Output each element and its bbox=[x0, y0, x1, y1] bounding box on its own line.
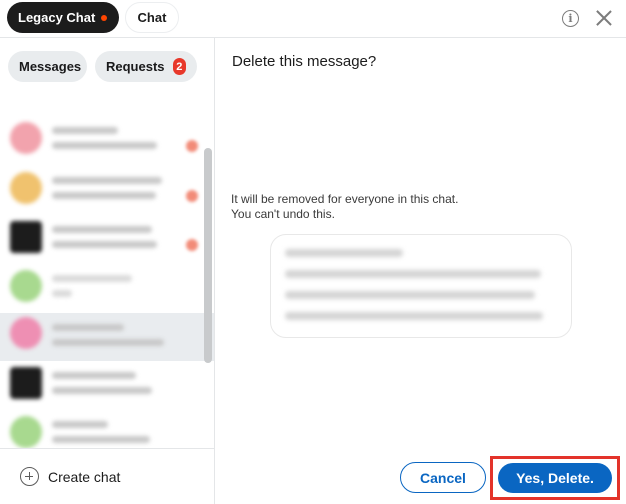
plus-circle-icon bbox=[20, 467, 39, 486]
avatar bbox=[10, 172, 42, 204]
list-item[interactable] bbox=[0, 168, 214, 216]
sidebar-scrollbar[interactable] bbox=[204, 148, 212, 363]
list-item[interactable] bbox=[0, 412, 214, 448]
unread-indicator bbox=[186, 239, 198, 251]
close-icon[interactable] bbox=[594, 8, 614, 28]
highlight-box: Yes, Delete. bbox=[490, 456, 620, 500]
list-item[interactable] bbox=[0, 217, 214, 265]
requests-badge: 2 bbox=[172, 58, 186, 75]
create-chat-button[interactable]: Create chat bbox=[0, 448, 214, 504]
list-item[interactable] bbox=[0, 266, 214, 314]
list-item[interactable] bbox=[0, 118, 214, 166]
delete-message-dialog: Delete this message? It will be removed … bbox=[216, 38, 626, 504]
list-item[interactable] bbox=[0, 313, 214, 361]
tab-label: Chat bbox=[137, 10, 167, 25]
description-line: It will be removed for everyone in this … bbox=[231, 192, 459, 206]
cancel-button[interactable]: Cancel bbox=[400, 462, 486, 493]
conversation-list[interactable] bbox=[0, 118, 214, 448]
avatar bbox=[10, 317, 42, 349]
avatar bbox=[10, 122, 42, 154]
avatar bbox=[10, 367, 42, 399]
dialog-title: Delete this message? bbox=[232, 53, 377, 70]
filter-messages[interactable]: Messages bbox=[8, 51, 87, 82]
unread-indicator bbox=[186, 190, 198, 202]
avatar bbox=[10, 270, 42, 302]
tab-chat[interactable]: Chat bbox=[125, 2, 179, 33]
description-line: You can't undo this. bbox=[231, 207, 335, 221]
avatar bbox=[10, 221, 42, 253]
dialog-description: It will be removed for everyone in this … bbox=[231, 192, 458, 222]
tab-label: Legacy Chat bbox=[18, 10, 96, 25]
tab-legacy-chat[interactable]: Legacy Chat bbox=[7, 2, 119, 33]
unread-indicator bbox=[186, 140, 198, 152]
filter-label: Requests bbox=[106, 59, 165, 74]
message-preview bbox=[270, 234, 572, 338]
filter-label: Messages bbox=[19, 59, 82, 74]
sidebar: Messages Requests 2 Create chat bbox=[0, 38, 215, 504]
list-item[interactable] bbox=[0, 363, 214, 411]
top-bar: Legacy Chat Chat i bbox=[0, 0, 626, 38]
confirm-delete-button[interactable]: Yes, Delete. bbox=[498, 463, 612, 493]
avatar bbox=[10, 416, 42, 448]
info-icon[interactable]: i bbox=[562, 10, 579, 27]
create-chat-label: Create chat bbox=[48, 468, 121, 485]
unread-dot bbox=[101, 14, 108, 21]
filter-requests[interactable]: Requests 2 bbox=[95, 51, 197, 82]
